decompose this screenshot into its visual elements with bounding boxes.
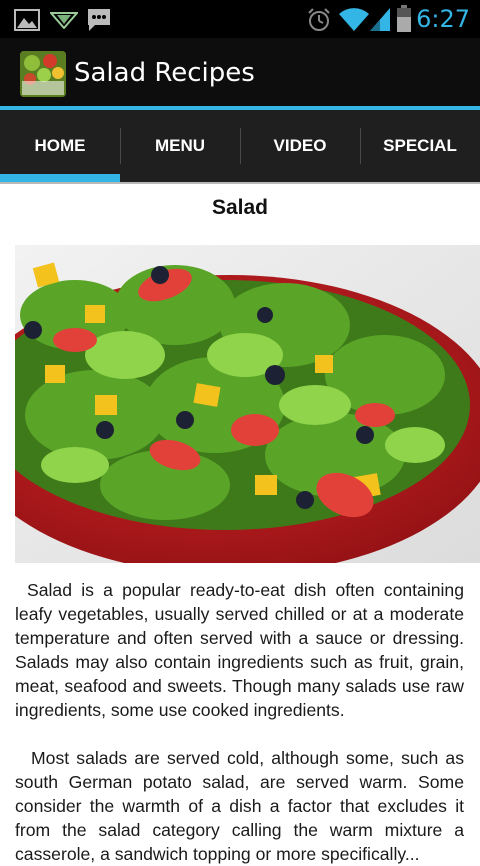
- tab-home[interactable]: HOME: [0, 110, 120, 182]
- clock-time: 6:27: [416, 5, 470, 33]
- action-bar: Salad Recipes: [0, 38, 480, 106]
- download-arrow-icon: [50, 12, 78, 29]
- battery-icon: [397, 5, 411, 32]
- app-title: Salad Recipes: [74, 58, 255, 88]
- salad-bowl-photo: [15, 245, 480, 563]
- status-bar: 6:27: [0, 0, 480, 38]
- chat-bubble-icon: [88, 9, 110, 31]
- image-icon: [14, 9, 40, 31]
- tab-special[interactable]: SPECIAL: [360, 110, 480, 182]
- wifi-icon: [339, 8, 369, 32]
- tab-video[interactable]: VIDEO: [240, 110, 360, 182]
- signal-icon: [370, 8, 390, 31]
- salad-recipes-app-icon[interactable]: [20, 51, 66, 97]
- salad-illustration: [15, 245, 480, 563]
- page-title: Salad: [211, 196, 269, 219]
- alarm-clock-icon: [308, 8, 330, 31]
- paragraph-1: Salad is a popular ready-to-eat dish oft…: [15, 580, 464, 720]
- tab-bar-bottom-border: [0, 182, 480, 184]
- app-logo-graphic: [20, 51, 66, 97]
- paragraph-2: Most salads are served cold, although so…: [15, 748, 464, 864]
- tab-menu[interactable]: MENU: [120, 110, 240, 182]
- tab-bar: HOME MENU VIDEO SPECIAL: [0, 110, 480, 182]
